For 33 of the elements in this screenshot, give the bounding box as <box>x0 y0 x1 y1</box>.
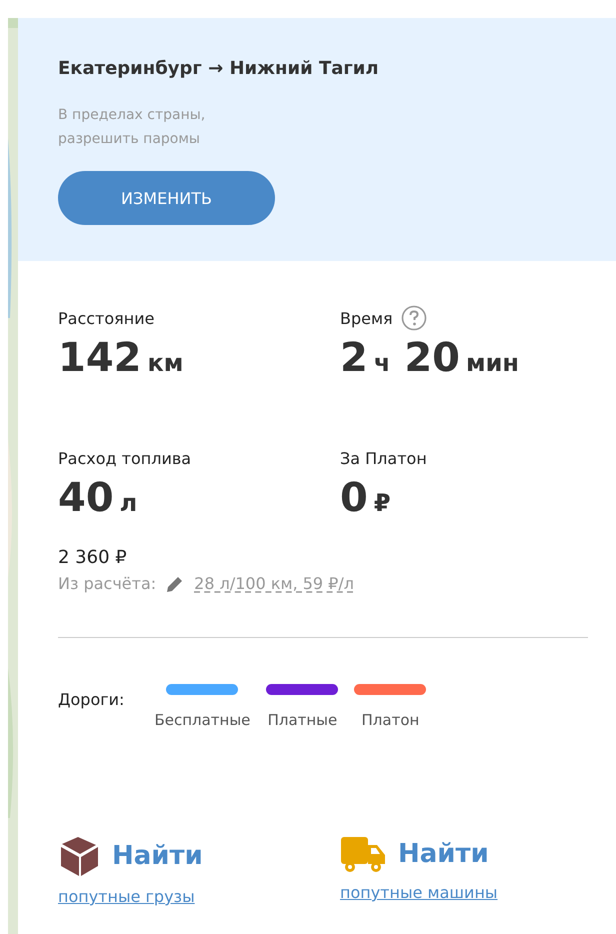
help-icon[interactable] <box>400 305 427 331</box>
find-link[interactable]: Найти <box>398 839 489 869</box>
stat-label: Расход топлива <box>58 448 192 468</box>
calculation-link[interactable]: 28 л/100 км, 59 ₽/л <box>194 574 354 593</box>
stat-value: 2 <box>340 335 368 381</box>
stat-unit: ₽ <box>374 489 391 517</box>
change-button[interactable]: ИЗМЕНИТЬ <box>58 171 275 225</box>
stat-value: 40 <box>58 475 114 521</box>
stat-unit: ч <box>374 349 390 377</box>
stat-value: 20 <box>404 335 460 381</box>
road-legend-label: Платные <box>268 711 338 729</box>
route-title: Екатеринбург → Нижний Тагил <box>58 58 380 79</box>
route-option: разрешить паромы <box>58 127 576 151</box>
pencil-icon[interactable] <box>166 574 184 592</box>
roads-label: Дороги: <box>58 690 124 709</box>
stat-label: Время <box>340 308 393 328</box>
road-legend-label: Бесплатные <box>154 711 250 729</box>
calculation-label: Из расчёта: <box>58 574 156 593</box>
find-sublink[interactable]: попутные машины <box>340 883 588 902</box>
stat-unit: л <box>120 489 138 517</box>
stat-label: Расстояние <box>58 308 154 328</box>
stat-value: 142 <box>58 335 142 381</box>
find-link[interactable]: Найти <box>112 841 203 871</box>
truck-icon <box>340 835 386 873</box>
road-legend-label: Платон <box>362 711 420 729</box>
stat-unit: мин <box>466 349 520 377</box>
find-sublink[interactable]: попутные грузы <box>58 887 340 906</box>
stat-unit: км <box>148 349 184 377</box>
stat-label: За Платон <box>340 448 427 468</box>
stat-value: 0 <box>340 475 368 521</box>
box-icon <box>58 835 100 877</box>
fuel-cost: 2 360 ₽ <box>58 547 128 568</box>
route-option: В пределах страны, <box>58 103 576 127</box>
